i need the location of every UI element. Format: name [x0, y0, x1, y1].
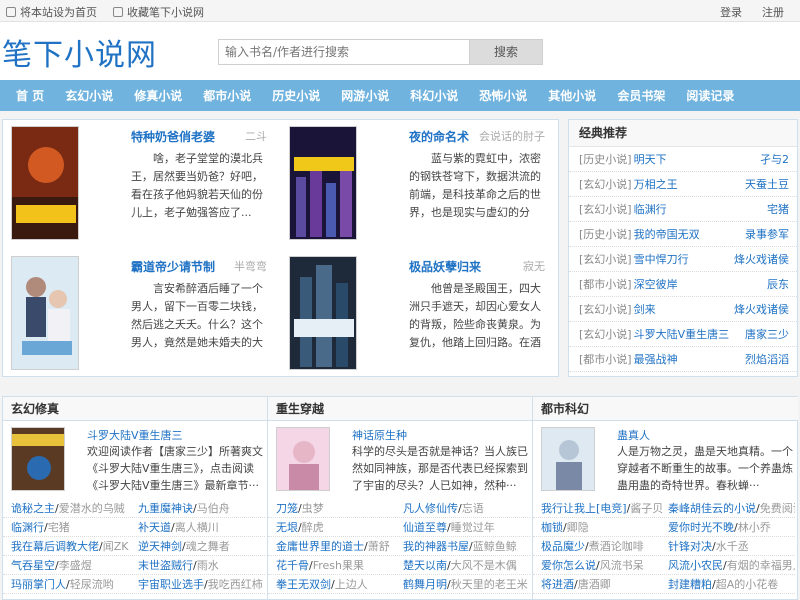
nav-item-wangyou[interactable]: 网游小说 [341, 87, 389, 104]
nav-item-bookshelf[interactable]: 会员书架 [617, 87, 665, 104]
list-row: 刀笼/虫梦 凡人修仙传/忘语 [268, 499, 530, 518]
book-description: 人是万物之灵，蛊是天地真精。一个穿越者不断重生的故事。一个养蛊炼蛊用蛊的奇特世界… [617, 445, 793, 492]
book-title[interactable]: 蛊真人 [617, 427, 650, 443]
site-logo[interactable]: 笔下小说网 [2, 30, 157, 74]
section-title: 重生穿越 [268, 397, 532, 421]
nav-item-qita[interactable]: 其他小说 [548, 87, 596, 104]
register-link[interactable]: 注册 [762, 4, 784, 20]
book-description: 啥，老子堂堂的漠北兵王，居然要当奶爸？好吧，看在孩子他妈貌若天仙的份儿上，老子勉… [131, 152, 263, 219]
featured-book: 极品妖孽归来 寂无 他曾是圣殿国王，四大洲只手遮天，却因心爱女人的背叛，险些命丧… [281, 250, 551, 372]
main-nav: 首 页 玄幻小说 修真小说 都市小说 历史小说 网游小说 科幻小说 恐怖小说 其… [0, 80, 800, 111]
list-row: 玛丽掌门人/轻尿流哟 宇宙职业选手/我吃西红柿 [3, 575, 265, 594]
nav-item-lishi[interactable]: 历史小说 [272, 87, 320, 104]
list-item[interactable]: [历史小说] 明天下 孑与2 [569, 147, 797, 172]
list-item[interactable]: [历史小说] 我的帝国无双 录事参军 [569, 222, 797, 247]
list-item[interactable]: [玄幻小说] 剑来 烽火戏诸侯 [569, 297, 797, 322]
list-row: 诡秘之主/爱潜水的乌贼 九重魔神诀/马伯舟 [3, 499, 265, 518]
bookmark-link[interactable]: 收藏笔下小说网 [113, 4, 204, 20]
nav-item-xiuzhen[interactable]: 修真小说 [134, 87, 182, 104]
book-author: 会说话的肘子 [479, 130, 545, 143]
book-author: 半弯弯 [234, 260, 267, 273]
nav-item-kongbu[interactable]: 恐怖小说 [479, 87, 527, 104]
book-list: 刀笼/虫梦 凡人修仙传/忘语 无垠/醉虎 仙道至尊/睡觉过年 金庸世界里的道士/萧舒… [268, 499, 530, 594]
list-row: 临渊行/宅猪 补天道/离人横川 [3, 518, 265, 537]
book-title[interactable]: 霸道帝少请节制 [131, 258, 215, 275]
book-list: 我行让我上[电竞]/酱子贝秦峰胡佳云的小说/免费阅读 枷锁/卿隐爱你时光不晚/林… [533, 499, 795, 594]
book-description: 科学的尽头是否就是神话？当人族已然如同神族，那是否代表已经探索到了宇宙的尽头？人… [352, 445, 528, 492]
nav-item-history[interactable]: 阅读记录 [686, 87, 734, 104]
section-title: 都市科幻 [533, 397, 798, 421]
book-description: 他曾是圣殿国王，四大洲只手遮天，却因心爱女人的背叛，险些命丧黄泉。为复仇，他踏上… [409, 282, 541, 349]
book-title[interactable]: 神话原生种 [352, 427, 407, 443]
list-row: 拳王无双剑/上边人 鹤舞月明/秋天里的老王米 [268, 575, 530, 594]
featured-book: 霸道帝少请节制 半弯弯 言安希醉酒后睡了一个男人，留下一百零二块钱，然后逃之夭夭… [3, 250, 273, 372]
featured-books: 特种奶爸俏老婆 二斗 啥，老子堂堂的漠北兵王，居然要当奶爸？好吧，看在孩子他妈貌… [2, 119, 559, 377]
header: 笔下小说网 搜索 [0, 22, 800, 80]
list-row: 枷锁/卿隐 爱你时光不晚/林小乔 [533, 518, 795, 537]
category-dushi-kehuan: 都市科幻 蛊真人 人是万物之灵，蛊是天地真精。一个穿越者不断重生的故事。一个养蛊… [533, 397, 798, 600]
home-icon [6, 7, 16, 17]
list-item[interactable]: [都市小说] 最强战神 烈焰滔滔 [569, 347, 797, 372]
top-bar: 将本站设为首页 收藏笔下小说网 登录 注册 [0, 0, 800, 22]
book-description: 欢迎阅读作者【唐家三少】所著爽文《斗罗大陆V重生唐三》，点击阅读《斗罗大陆V重生… [87, 445, 263, 492]
login-link[interactable]: 登录 [720, 4, 742, 20]
list-row: 将进酒/唐酒卿 封建糟粕/超A的小花卷 [533, 575, 795, 594]
list-row: 我行让我上[电竞]/酱子贝秦峰胡佳云的小说/免费阅读 [533, 499, 795, 518]
section-title: 经典推荐 [569, 120, 797, 147]
bookmark-icon [113, 7, 123, 17]
book-author: 二斗 [245, 130, 267, 143]
category-chongsheng-chuanyue: 重生穿越 神话原生种 科学的尽头是否就是神话？当人族已然如同神族，那是否代表已经… [268, 397, 533, 600]
nav-item-home[interactable]: 首 页 [16, 87, 44, 104]
nav-item-xuanhuan[interactable]: 玄幻小说 [65, 87, 113, 104]
list-row: 极品魔少/煮酒论咖啡 针锋对决/水千丞 [533, 537, 795, 556]
book-cover[interactable] [541, 427, 595, 491]
book-description: 言安希醉酒后睡了一个男人，留下一百零二块钱，然后逃之夭夭。什么？这个男人，竟然是… [131, 282, 263, 349]
book-title[interactable]: 夜的命名术 [409, 128, 469, 145]
book-list: 诡秘之主/爱潜水的乌贼 九重魔神诀/马伯舟 临渊行/宅猪 补天道/离人横川 我在幕后… [3, 499, 265, 594]
book-author: 寂无 [523, 260, 545, 273]
book-cover[interactable] [11, 126, 79, 240]
book-cover[interactable] [289, 256, 357, 370]
nav-item-kehuan[interactable]: 科幻小说 [410, 87, 458, 104]
list-row: 无垠/醉虎 仙道至尊/睡觉过年 [268, 518, 530, 537]
list-item[interactable]: [玄幻小说] 斗罗大陆V重生唐三 唐家三少 [569, 322, 797, 347]
list-row: 爱你怎么说/风流书呆风流小农民/有烟的幸福男人 [533, 556, 795, 575]
book-title[interactable]: 特种奶爸俏老婆 [131, 128, 215, 145]
list-item[interactable]: [都市小说] 深空彼岸 辰东 [569, 272, 797, 297]
featured-book: 夜的命名术 会说话的肘子 蓝与紫的霓虹中，浓密的钢铁苍穹下，数据洪流的前端，是科… [281, 120, 551, 242]
classic-recommend: 经典推荐 [历史小说] 明天下 孑与2 [玄幻小说] 万相之王 天蚕土豆 [玄幻小说] 临… [568, 119, 798, 377]
featured-book: 特种奶爸俏老婆 二斗 啥，老子堂堂的漠北兵王，居然要当奶爸？好吧，看在孩子他妈貌… [3, 120, 273, 242]
list-row: 花千骨/Fresh果果 楚天以南/大风不是木偶 [268, 556, 530, 575]
book-cover[interactable] [11, 427, 65, 491]
list-item[interactable]: [玄幻小说] 万相之王 天蚕土豆 [569, 172, 797, 197]
book-title[interactable]: 斗罗大陆V重生唐三 [87, 427, 183, 443]
book-cover[interactable] [11, 256, 79, 370]
category-xuanhuan-xiuzhen: 玄幻修真 斗罗大陆V重生唐三 欢迎阅读作者【唐家三少】所著爽文《斗罗大陆V重生唐… [3, 397, 268, 600]
set-homepage-link[interactable]: 将本站设为首页 [6, 4, 97, 20]
book-description: 蓝与紫的霓虹中，浓密的钢铁苍穹下，数据洪流的前端，是科技革命之后的世界，也是现实… [409, 152, 541, 219]
list-item[interactable]: [玄幻小说] 雪中悍刀行 烽火戏诸侯 [569, 247, 797, 272]
list-row: 气吞星空/李盛煜 末世盗贼行/雨水 [3, 556, 265, 575]
search-button[interactable]: 搜索 [469, 39, 543, 65]
category-panels: 玄幻修真 斗罗大陆V重生唐三 欢迎阅读作者【唐家三少】所著爽文《斗罗大陆V重生唐… [2, 396, 798, 600]
book-title[interactable]: 极品妖孽归来 [409, 258, 481, 275]
section-title: 玄幻修真 [3, 397, 267, 421]
list-row: 金庸世界里的道士/萧舒 我的神器书屋/蓝鲸鱼鲸 [268, 537, 530, 556]
book-cover[interactable] [289, 126, 357, 240]
search-input[interactable] [218, 39, 470, 65]
nav-item-dushi[interactable]: 都市小说 [203, 87, 251, 104]
list-item[interactable]: [玄幻小说] 临渊行 宅猪 [569, 197, 797, 222]
list-row: 我在幕后调教大佬/闻ZK 逆天神剑/魂之舞者 [3, 537, 265, 556]
book-cover[interactable] [276, 427, 330, 491]
